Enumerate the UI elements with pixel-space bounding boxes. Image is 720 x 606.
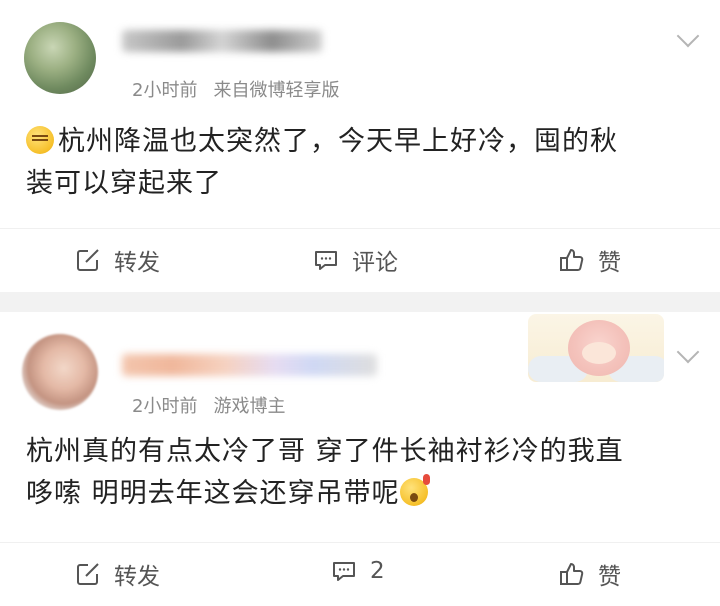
cold-emoji-icon	[26, 126, 54, 154]
comment-bubble-icon	[312, 246, 340, 274]
username-blurred[interactable]	[122, 354, 377, 376]
like-label: 赞	[598, 250, 621, 276]
post-content-line: 哆嗦 明明去年这会还穿吊带呢	[26, 478, 400, 509]
repost-button[interactable]: 转发	[74, 557, 160, 591]
share-edit-icon	[74, 560, 102, 588]
post-actions: 转发 评论 赞	[0, 228, 720, 289]
like-button[interactable]: 赞	[558, 243, 621, 277]
post-time: 2小时前	[132, 80, 198, 101]
chevron-down-icon[interactable]	[676, 24, 700, 48]
post-separator	[0, 292, 720, 312]
post-source: 来自微博轻享版	[213, 80, 340, 101]
thumbs-up-icon	[558, 246, 586, 274]
comment-label: 评论	[352, 250, 398, 276]
comment-button[interactable]: 评论	[312, 243, 398, 277]
comment-button[interactable]: 2	[330, 557, 385, 585]
repost-label: 转发	[114, 564, 160, 590]
chevron-down-icon[interactable]	[676, 340, 700, 364]
avatar[interactable]	[22, 334, 98, 410]
weibo-post: 2小时前 游戏博主 杭州真的有点太冷了哥 穿了件长袖衬衫冷的我直 哆嗦 明明去年这…	[0, 312, 720, 606]
post-content-line: 装可以穿起来了	[26, 168, 222, 199]
post-content-line: 杭州降温也太突然了，今天早上好冷，囤的秋	[58, 126, 618, 157]
comment-bubble-icon	[330, 557, 358, 585]
like-button[interactable]: 赞	[558, 557, 621, 591]
repost-button[interactable]: 转发	[74, 243, 160, 277]
post-actions: 转发 2 赞	[0, 542, 720, 603]
post-content: 杭州真的有点太冷了哥 穿了件长袖衬衫冷的我直 哆嗦 明明去年这会还穿吊带呢	[26, 431, 696, 515]
post-time: 2小时前	[132, 396, 198, 417]
comment-count: 2	[370, 558, 385, 584]
avatar[interactable]	[24, 22, 96, 94]
sheep-illustration-icon	[568, 320, 630, 376]
post-source: 游戏博主	[213, 396, 286, 417]
repost-label: 转发	[114, 250, 160, 276]
post-meta: 2小时前 来自微博轻享版	[132, 76, 339, 102]
post-meta: 2小时前 游戏博主	[132, 392, 285, 418]
profile-decoration-sticker	[528, 314, 664, 382]
share-edit-icon	[74, 246, 102, 274]
username-blurred[interactable]	[122, 30, 322, 52]
post-content: 杭州降温也太突然了，今天早上好冷，囤的秋 装可以穿起来了	[26, 121, 696, 205]
weibo-post: 2小时前 来自微博轻享版 杭州降温也太突然了，今天早上好冷，囤的秋 装可以穿起来了…	[0, 0, 720, 292]
surprised-emoji-icon	[399, 474, 430, 506]
thumbs-up-icon	[558, 560, 586, 588]
like-label: 赞	[598, 564, 621, 590]
post-content-line: 杭州真的有点太冷了哥 穿了件长袖衬衫冷的我直	[26, 436, 624, 467]
